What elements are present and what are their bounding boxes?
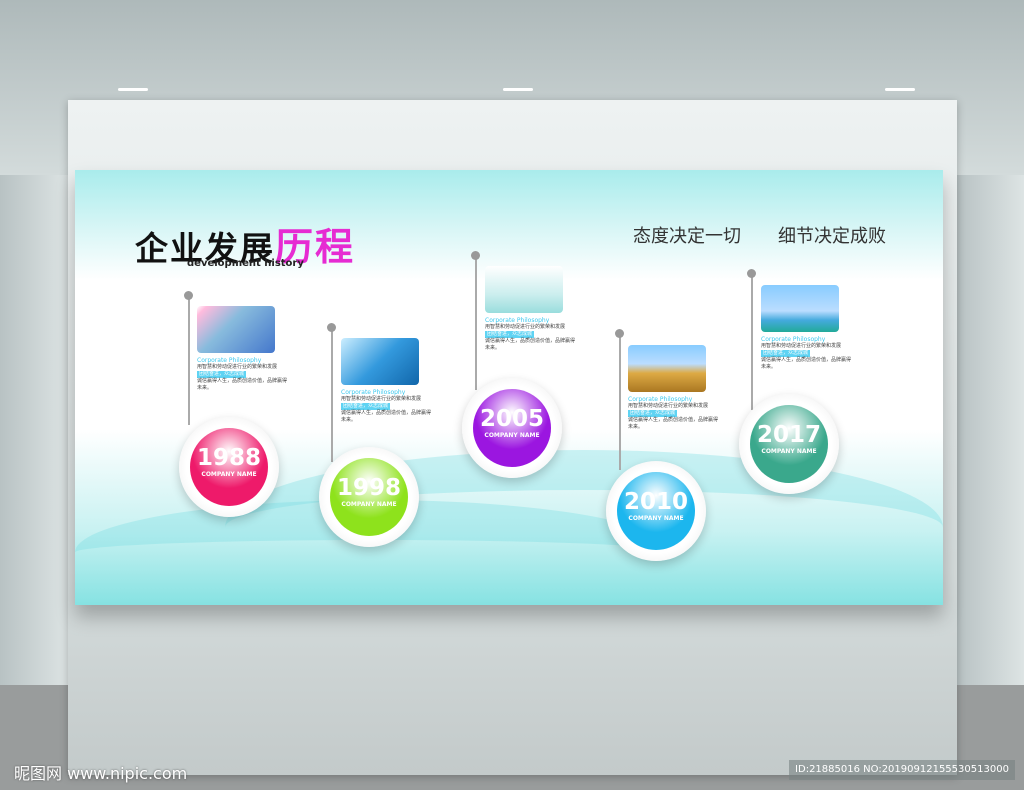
slogan: 细节决定成败 <box>778 226 886 247</box>
company-name: COMPANY NAME <box>341 501 397 508</box>
timeline-line <box>331 327 333 462</box>
year-circle: 1988 COMPANY NAME <box>190 428 268 506</box>
year-badge: 2005 COMPANY NAME <box>462 378 562 478</box>
milestone-tag: 团结奋进，众志成城 <box>341 403 391 410</box>
milestone-line: 诚信赢得人生，品质创造价值，品牌赢得未来。 <box>197 378 288 391</box>
timeline-dot <box>747 269 756 278</box>
year-circle: 1998 COMPANY NAME <box>330 458 408 536</box>
milestone-line: 诚信赢得人生，品质创造价值，品牌赢得未来。 <box>761 357 852 370</box>
milestone-heading: Corporate Philosophy <box>485 317 550 324</box>
subtitle: development history <box>187 258 304 269</box>
company-name: COMPANY NAME <box>628 515 684 522</box>
timeline-dot <box>471 251 480 260</box>
milestone-line: 用智慧和劳动促进行业的繁荣和发展 <box>628 403 709 409</box>
milestone-photo <box>761 285 839 332</box>
year-badge: 1988 COMPANY NAME <box>179 417 279 517</box>
timeline-dot <box>615 329 624 338</box>
ceiling-light <box>885 88 915 91</box>
milestone-text: Corporate Philosophy 用智慧和劳动促进行业的繁荣和发展 团结… <box>197 357 287 392</box>
year-circle: 2010 COMPANY NAME <box>617 472 695 550</box>
year-label: 2005 <box>479 406 544 432</box>
milestone-heading: Corporate Philosophy <box>197 357 262 364</box>
right-wall <box>957 175 1024 685</box>
timeline-line <box>475 255 477 390</box>
company-name: COMPANY NAME <box>201 471 257 478</box>
milestone-line: 用智慧和劳动促进行业的繁荣和发展 <box>761 343 842 349</box>
milestone-tag: 团结奋进，众志成城 <box>485 331 535 338</box>
timeline-dot <box>327 323 336 332</box>
ceiling-light <box>118 88 148 91</box>
left-wall <box>0 175 68 685</box>
milestone-heading: Corporate Philosophy <box>628 396 693 403</box>
year-label: 1998 <box>336 475 401 501</box>
milestone-heading: Corporate Philosophy <box>761 336 826 343</box>
year-circle: 2005 COMPANY NAME <box>473 389 551 467</box>
milestone-tag: 团结奋进，众志成城 <box>628 410 678 417</box>
milestone-heading: Corporate Philosophy <box>341 389 406 396</box>
milestone-photo <box>628 345 706 392</box>
year-label: 1988 <box>196 445 261 471</box>
timeline-panel: 企业发展历程 development history 态度决定一切 细节决定成败… <box>75 170 943 605</box>
milestone-tag: 团结奋进，众志成城 <box>197 371 247 378</box>
year-badge: 2010 COMPANY NAME <box>606 461 706 561</box>
milestone-photo <box>485 266 563 313</box>
milestone-line: 诚信赢得人生，品质创造价值，品牌赢得未来。 <box>485 338 576 351</box>
milestone-line: 诚信赢得人生，品质创造价值，品牌赢得未来。 <box>628 417 719 430</box>
ceiling-light <box>503 88 533 91</box>
milestone-text: Corporate Philosophy 用智慧和劳动促进行业的繁荣和发展 团结… <box>628 396 718 431</box>
year-badge: 2017 COMPANY NAME <box>739 394 839 494</box>
watermark: 昵图网 www.nipic.com <box>14 764 188 783</box>
timeline-dot <box>184 291 193 300</box>
milestone-line: 诚信赢得人生，品质创造价值，品牌赢得未来。 <box>341 410 432 423</box>
milestone-photo <box>341 338 419 385</box>
milestone-text: Corporate Philosophy 用智慧和劳动促进行业的繁荣和发展 团结… <box>341 389 431 424</box>
milestone-tag: 团结奋进，众志成城 <box>761 350 811 357</box>
year-label: 2017 <box>756 422 821 448</box>
timeline-line <box>751 273 753 410</box>
year-circle: 2017 COMPANY NAME <box>750 405 828 483</box>
company-name: COMPANY NAME <box>484 432 540 439</box>
timeline-line <box>619 333 621 470</box>
milestone-photo <box>197 306 275 353</box>
company-name: COMPANY NAME <box>761 448 817 455</box>
year-label: 2010 <box>623 489 688 515</box>
slogan: 态度决定一切 <box>633 226 741 247</box>
milestone-text: Corporate Philosophy 用智慧和劳动促进行业的繁荣和发展 团结… <box>761 336 851 371</box>
image-id-label: ID:21885016 NO:20190912155530513000 <box>789 760 1015 780</box>
year-badge: 1998 COMPANY NAME <box>319 447 419 547</box>
milestone-line: 用智慧和劳动促进行业的繁荣和发展 <box>341 396 422 402</box>
milestone-line: 用智慧和劳动促进行业的繁荣和发展 <box>485 324 566 330</box>
milestone-text: Corporate Philosophy 用智慧和劳动促进行业的繁荣和发展 团结… <box>485 317 575 352</box>
milestone-line: 用智慧和劳动促进行业的繁荣和发展 <box>197 364 278 370</box>
timeline-line <box>188 295 190 425</box>
